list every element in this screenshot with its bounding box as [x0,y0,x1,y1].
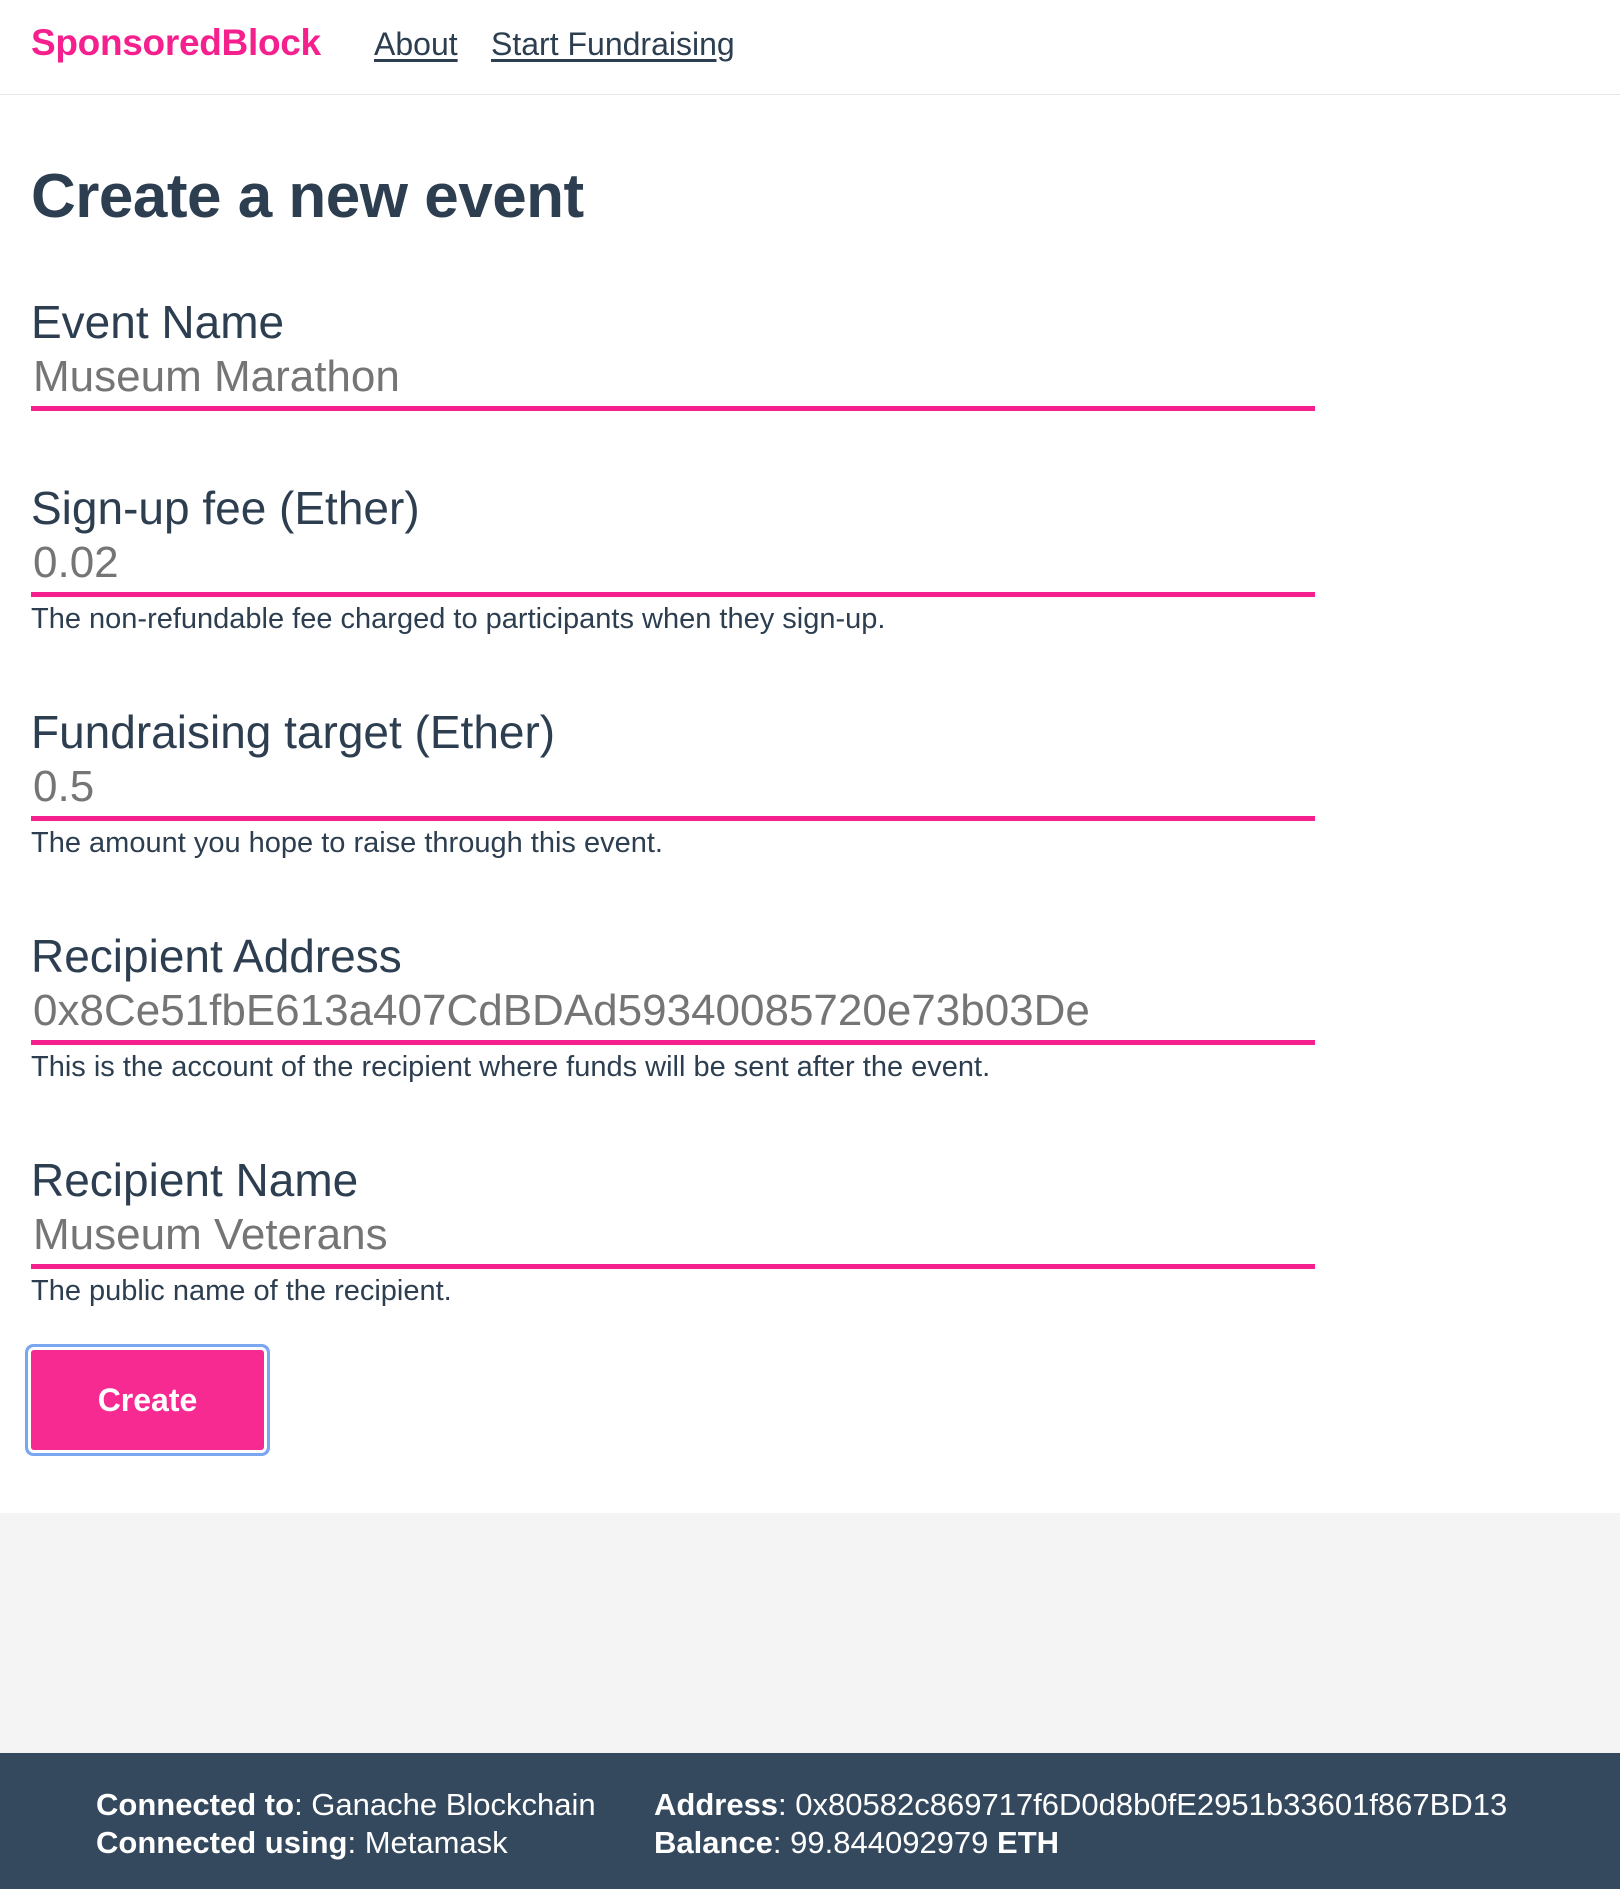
balance-row: Balance: 99.844092979 ETH [654,1825,1060,1860]
recipient-address-help: This is the account of the recipient whe… [31,1051,991,1083]
nav-link-about[interactable]: About [374,26,458,63]
connected-using-key: Connected using [96,1825,348,1860]
page-spacer [0,1513,1620,1753]
event-name-input[interactable] [31,347,1315,411]
address-row: Address: 0x80582c869717f6D0d8b0fE2951b33… [654,1787,1508,1822]
fundraising-target-input[interactable] [31,757,1315,821]
recipient-name-label: Recipient Name [31,1154,359,1206]
address-key: Address [654,1787,779,1822]
fundraising-target-label: Fundraising target (Ether) [31,706,556,758]
recipient-name-input[interactable] [31,1205,1315,1269]
signup-fee-help: The non-refundable fee charged to partic… [31,603,886,635]
top-navbar: SponsoredBlock About Start Fundraising [0,0,1620,95]
page: SponsoredBlock About Start Fundraising C… [0,0,1620,1889]
recipient-name-help: The public name of the recipient. [31,1275,452,1307]
footer-status-bar: Connected to: Ganache Blockchain Connect… [0,1753,1620,1889]
balance-key: Balance [654,1825,773,1860]
connected-to-value: Ganache Blockchain [311,1787,596,1822]
connected-to-key: Connected to [96,1787,295,1822]
signup-fee-label: Sign-up fee (Ether) [31,482,420,534]
recipient-address-input[interactable] [31,981,1315,1045]
field-event-name: Event Name [31,299,1315,411]
connection-info: Connected to: Ganache Blockchain Connect… [96,1786,596,1862]
create-button[interactable]: Create [31,1350,264,1450]
address-value: 0x80582c869717f6D0d8b0fE2951b33601f867BD… [795,1787,1508,1822]
event-name-label: Event Name [31,296,285,348]
field-recipient-name: Recipient Name The public name of the re… [31,1157,1315,1308]
nav-link-start-fundraising[interactable]: Start Fundraising [491,26,735,63]
create-event-form: Create a new event Event Name Sign-up fe… [0,95,1620,1513]
field-signup-fee: Sign-up fee (Ether) The non-refundable f… [31,485,1315,636]
field-fundraising-target: Fundraising target (Ether) The amount yo… [31,709,1315,860]
recipient-address-label: Recipient Address [31,930,402,982]
connected-using-row: Connected using: Metamask [96,1825,508,1860]
account-info: Address: 0x80582c869717f6D0d8b0fE2951b33… [654,1786,1507,1862]
page-title: Create a new event [31,162,584,231]
field-recipient-address: Recipient Address This is the account of… [31,933,1315,1084]
brand-logo[interactable]: SponsoredBlock [31,22,321,64]
fundraising-target-help: The amount you hope to raise through thi… [31,827,663,859]
balance-unit: ETH [997,1825,1060,1860]
balance-value: 99.844092979 [790,1825,989,1860]
signup-fee-input[interactable] [31,533,1315,597]
connected-using-value: Metamask [364,1825,508,1860]
connected-to-row: Connected to: Ganache Blockchain [96,1787,596,1822]
